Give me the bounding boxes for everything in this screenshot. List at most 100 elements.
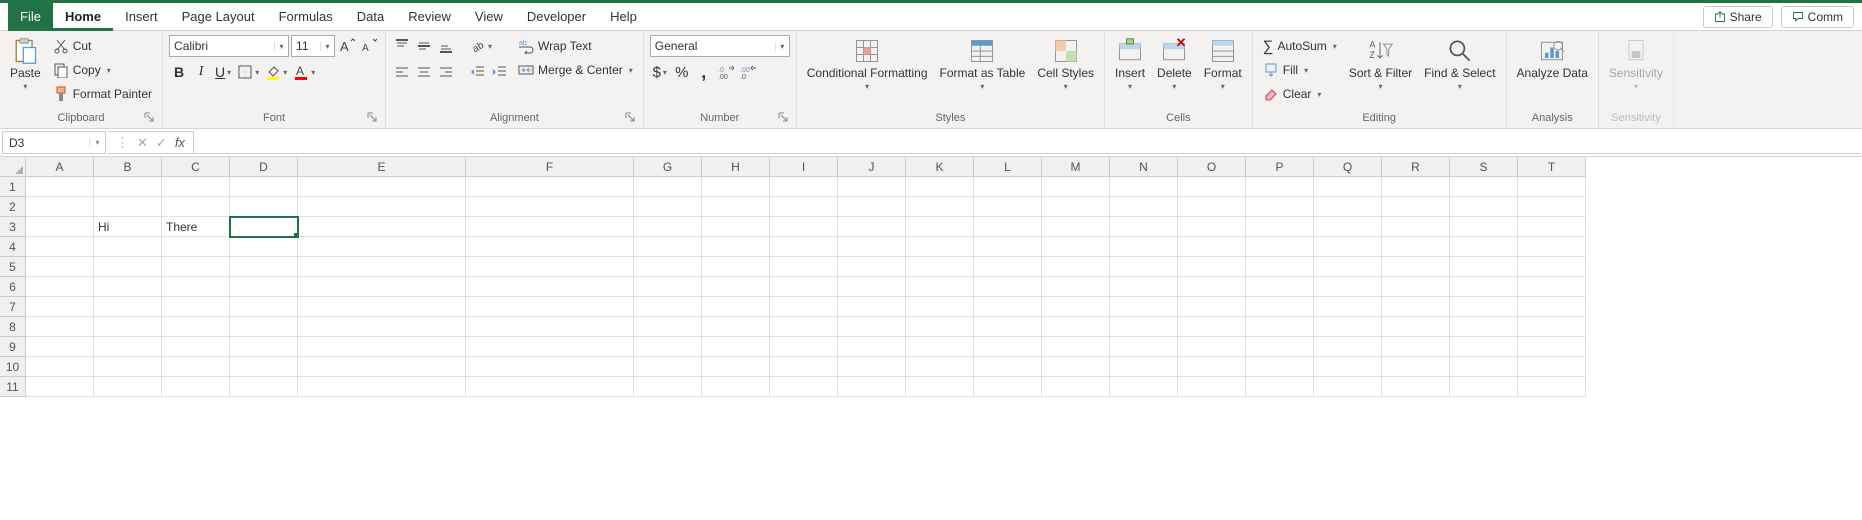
cell-D4[interactable] [230, 237, 298, 257]
column-header-E[interactable]: E [298, 157, 466, 177]
cell-Q4[interactable] [1314, 237, 1382, 257]
column-header-N[interactable]: N [1110, 157, 1178, 177]
column-header-I[interactable]: I [770, 157, 838, 177]
tab-view[interactable]: View [463, 3, 515, 31]
row-header-2[interactable]: 2 [0, 197, 26, 217]
percent-format-button[interactable]: % [672, 61, 692, 83]
cell-J5[interactable] [838, 257, 906, 277]
align-top-button[interactable] [392, 35, 412, 57]
cell-R1[interactable] [1382, 177, 1450, 197]
conditional-formatting-button[interactable]: Conditional Formatting▾ [803, 35, 932, 93]
cell-D9[interactable] [230, 337, 298, 357]
cell-P10[interactable] [1246, 357, 1314, 377]
cell-M5[interactable] [1042, 257, 1110, 277]
row-header-3[interactable]: 3 [0, 217, 26, 237]
cell-S5[interactable] [1450, 257, 1518, 277]
cell-M7[interactable] [1042, 297, 1110, 317]
cell-D1[interactable] [230, 177, 298, 197]
autosum-button[interactable]: ∑ AutoSum▾ [1259, 35, 1341, 57]
cancel-formula-button[interactable]: ✕ [137, 135, 148, 151]
cell-G9[interactable] [634, 337, 702, 357]
orientation-button[interactable]: ab▾ [468, 35, 494, 57]
cell-C9[interactable] [162, 337, 230, 357]
cell-S4[interactable] [1450, 237, 1518, 257]
borders-button[interactable]: ▾ [235, 61, 261, 83]
cell-H3[interactable] [702, 217, 770, 237]
cell-J8[interactable] [838, 317, 906, 337]
cell-C6[interactable] [162, 277, 230, 297]
cell-E2[interactable] [298, 197, 466, 217]
cell-L10[interactable] [974, 357, 1042, 377]
cell-C4[interactable] [162, 237, 230, 257]
cell-A3[interactable] [26, 217, 94, 237]
cell-E1[interactable] [298, 177, 466, 197]
cell-N4[interactable] [1110, 237, 1178, 257]
cell-H11[interactable] [702, 377, 770, 397]
cell-J7[interactable] [838, 297, 906, 317]
cell-J9[interactable] [838, 337, 906, 357]
cell-K11[interactable] [906, 377, 974, 397]
column-header-C[interactable]: C [162, 157, 230, 177]
cell-I8[interactable] [770, 317, 838, 337]
formula-input[interactable] [194, 131, 1860, 154]
cell-A4[interactable] [26, 237, 94, 257]
cell-M11[interactable] [1042, 377, 1110, 397]
cell-N2[interactable] [1110, 197, 1178, 217]
cell-G1[interactable] [634, 177, 702, 197]
align-right-button[interactable] [436, 61, 456, 83]
cell-C7[interactable] [162, 297, 230, 317]
cell-L3[interactable] [974, 217, 1042, 237]
analyze-data-button[interactable]: Analyze Data [1513, 35, 1592, 82]
cell-O5[interactable] [1178, 257, 1246, 277]
cell-C1[interactable] [162, 177, 230, 197]
cell-Q9[interactable] [1314, 337, 1382, 357]
fill-color-button[interactable]: ▾ [263, 61, 289, 83]
cell-O2[interactable] [1178, 197, 1246, 217]
cell-K6[interactable] [906, 277, 974, 297]
cell-I2[interactable] [770, 197, 838, 217]
cell-L4[interactable] [974, 237, 1042, 257]
font-dialog-launcher[interactable] [365, 112, 379, 126]
cell-G8[interactable] [634, 317, 702, 337]
cell-Q5[interactable] [1314, 257, 1382, 277]
cell-S2[interactable] [1450, 197, 1518, 217]
cell-S6[interactable] [1450, 277, 1518, 297]
cell-T11[interactable] [1518, 377, 1586, 397]
cell-J1[interactable] [838, 177, 906, 197]
cell-B10[interactable] [94, 357, 162, 377]
cell-S3[interactable] [1450, 217, 1518, 237]
underline-button[interactable]: U▾ [213, 61, 233, 83]
tab-home[interactable]: Home [53, 3, 113, 31]
cell-M10[interactable] [1042, 357, 1110, 377]
cell-R6[interactable] [1382, 277, 1450, 297]
cell-P6[interactable] [1246, 277, 1314, 297]
cell-T1[interactable] [1518, 177, 1586, 197]
cell-R8[interactable] [1382, 317, 1450, 337]
cell-C5[interactable] [162, 257, 230, 277]
cell-P1[interactable] [1246, 177, 1314, 197]
cell-N3[interactable] [1110, 217, 1178, 237]
column-header-B[interactable]: B [94, 157, 162, 177]
cell-F5[interactable] [466, 257, 634, 277]
cell-L5[interactable] [974, 257, 1042, 277]
cell-K1[interactable] [906, 177, 974, 197]
align-middle-button[interactable] [414, 35, 434, 57]
tab-help[interactable]: Help [598, 3, 649, 31]
row-header-9[interactable]: 9 [0, 337, 26, 357]
cell-K2[interactable] [906, 197, 974, 217]
cell-L7[interactable] [974, 297, 1042, 317]
cell-E3[interactable] [298, 217, 466, 237]
cell-P7[interactable] [1246, 297, 1314, 317]
cell-C10[interactable] [162, 357, 230, 377]
cell-H7[interactable] [702, 297, 770, 317]
cell-I6[interactable] [770, 277, 838, 297]
tab-developer[interactable]: Developer [515, 3, 598, 31]
tab-formulas[interactable]: Formulas [267, 3, 345, 31]
cell-H5[interactable] [702, 257, 770, 277]
row-header-11[interactable]: 11 [0, 377, 26, 397]
column-header-F[interactable]: F [466, 157, 634, 177]
format-cells-button[interactable]: Format▾ [1200, 35, 1246, 93]
cell-M1[interactable] [1042, 177, 1110, 197]
cell-A5[interactable] [26, 257, 94, 277]
merge-center-button[interactable]: Merge & Center▾ [514, 59, 637, 81]
